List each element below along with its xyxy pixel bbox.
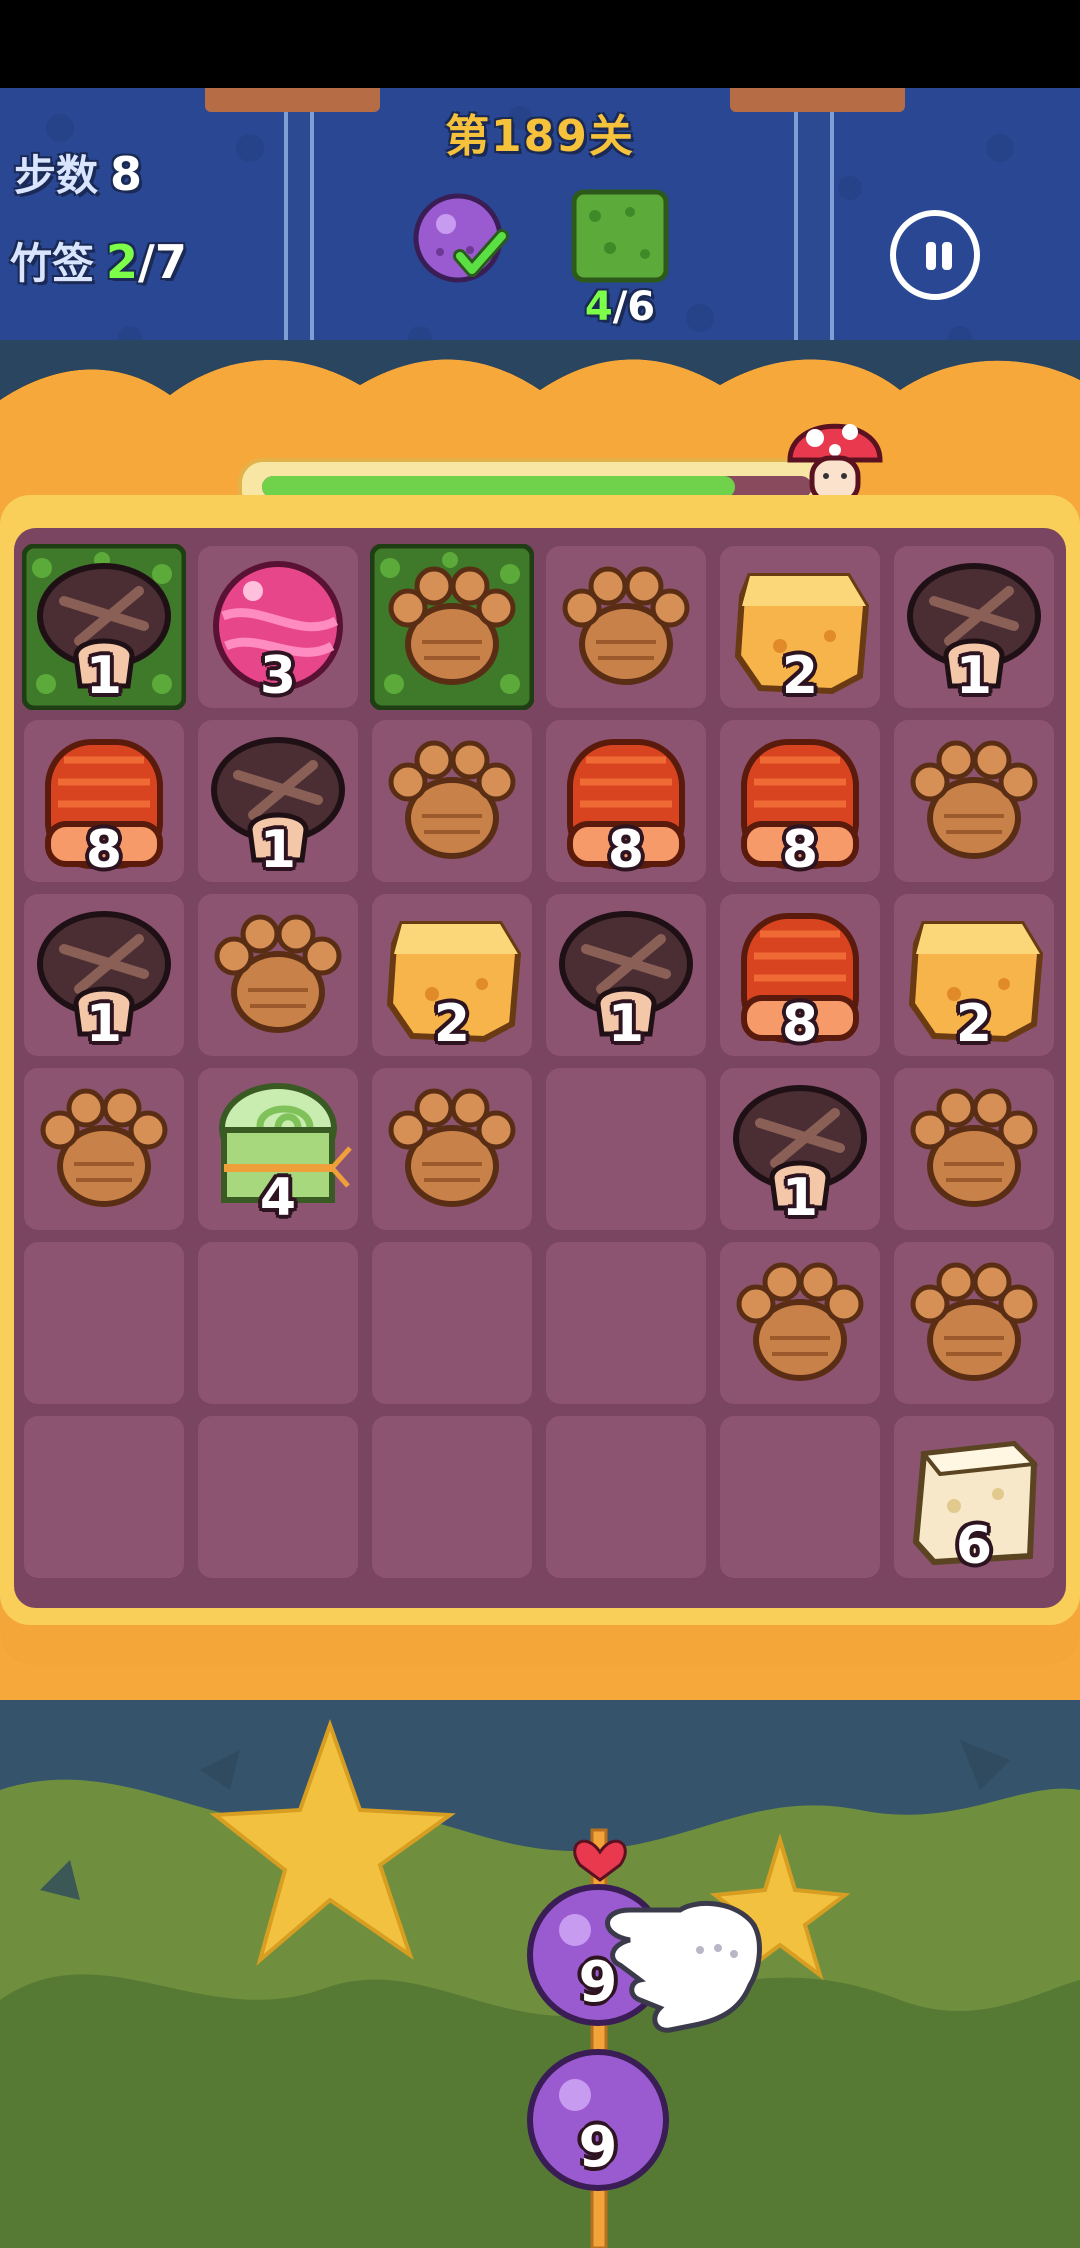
tile-count: 1 [781,1168,819,1228]
tofu-tile[interactable]: 6 [894,1416,1054,1578]
board-cell[interactable] [546,1068,706,1230]
board-cell[interactable] [546,1416,706,1578]
mushroom-tile[interactable]: 1 [198,720,358,882]
tile-count: 2 [433,994,471,1054]
stats-panel [0,88,288,354]
board-cell[interactable] [720,1416,880,1578]
paw-tile[interactable] [894,1242,1054,1404]
paw-icon [214,914,342,1033]
cheese-tile[interactable]: 2 [372,894,532,1056]
tile-count: 1 [259,820,297,880]
mushroom-tile[interactable]: 1 [894,546,1054,708]
paw-tile[interactable] [720,1242,880,1404]
tile-count: 1 [85,994,123,1054]
grass-goal-total: /6 [612,284,656,330]
board-cell[interactable] [198,1242,358,1404]
grass-tile-goal-icon [571,189,669,283]
paw-tile[interactable] [24,1068,184,1230]
skewers-stat: 竹签 2/7 [10,230,187,291]
paw-tile[interactable] [894,720,1054,882]
paw-icon [910,740,1038,859]
cheese-tile[interactable]: 2 [894,894,1054,1056]
salmon-tile[interactable]: 8 [720,894,880,1056]
skewers-label: 竹签 [10,239,95,288]
tile-count: 2 [781,646,819,706]
mushroom-tile[interactable]: 1 [720,1068,880,1230]
paw-icon [910,1088,1038,1207]
steps-label: 步数 [14,151,99,200]
mushroom-tile[interactable]: 1 [24,546,184,708]
level-title: 第189关 [445,111,635,162]
board-cell[interactable] [24,1242,184,1404]
cheese-tile[interactable]: 2 [720,546,880,708]
game-board: 1 3 2 1 8 1 8 8 1 2 1 8 2 4 1 6 [14,528,1066,1608]
paw-tile[interactable] [546,546,706,708]
skewer-item-2-count: 9 [578,2115,618,2180]
skewer-item-1-count: 9 [578,1950,618,2015]
paw-icon [40,1088,168,1207]
tile-count: 2 [955,994,993,1054]
grass-goal-current: 4 [584,284,613,330]
roll-tile[interactable]: 4 [198,1068,358,1230]
paw-tile[interactable] [198,894,358,1056]
mushroom-tile[interactable]: 1 [24,894,184,1056]
steps-value: 8 [110,147,143,201]
tile-count: 1 [955,646,993,706]
tile-count: 1 [607,994,645,1054]
paw-tile[interactable] [372,1068,532,1230]
paw-icon [388,1088,516,1207]
tile-count: 6 [955,1516,993,1576]
tile-count: 8 [781,820,819,880]
shelf-right [730,88,905,112]
skewers-current: 2 [106,235,139,289]
skewers-total: /7 [138,235,187,289]
paw-tile[interactable] [372,546,532,708]
candy-tile[interactable]: 3 [198,546,358,708]
paw-icon [562,566,690,685]
salmon-tile[interactable]: 8 [24,720,184,882]
purple-berry-goal-icon [413,193,509,283]
salmon-tile[interactable]: 8 [720,720,880,882]
board-cell[interactable] [546,1242,706,1404]
tile-count: 8 [607,820,645,880]
forest-scene-background [0,1700,1080,2248]
salmon-tile[interactable]: 8 [546,720,706,882]
steps-stat: 步数 8 [14,142,142,203]
tile-count: 8 [85,820,123,880]
tile-count: 3 [259,646,297,706]
board-cell[interactable] [372,1416,532,1578]
paw-icon [388,566,516,685]
tile-count: 4 [259,1168,297,1228]
grass-goal-count: 4/6 [560,284,680,330]
paw-icon [910,1262,1038,1381]
paw-icon [388,740,516,859]
paw-tile[interactable] [894,1068,1054,1230]
tile-count: 8 [781,994,819,1054]
board-cell[interactable] [372,1242,532,1404]
board-cell[interactable] [24,1416,184,1578]
status-bar [0,0,1080,88]
tile-count: 1 [85,646,123,706]
board-cell[interactable] [198,1416,358,1578]
paw-tile[interactable] [372,720,532,882]
pause-button[interactable] [890,210,980,300]
paw-icon [736,1262,864,1381]
mushroom-tile[interactable]: 1 [546,894,706,1056]
